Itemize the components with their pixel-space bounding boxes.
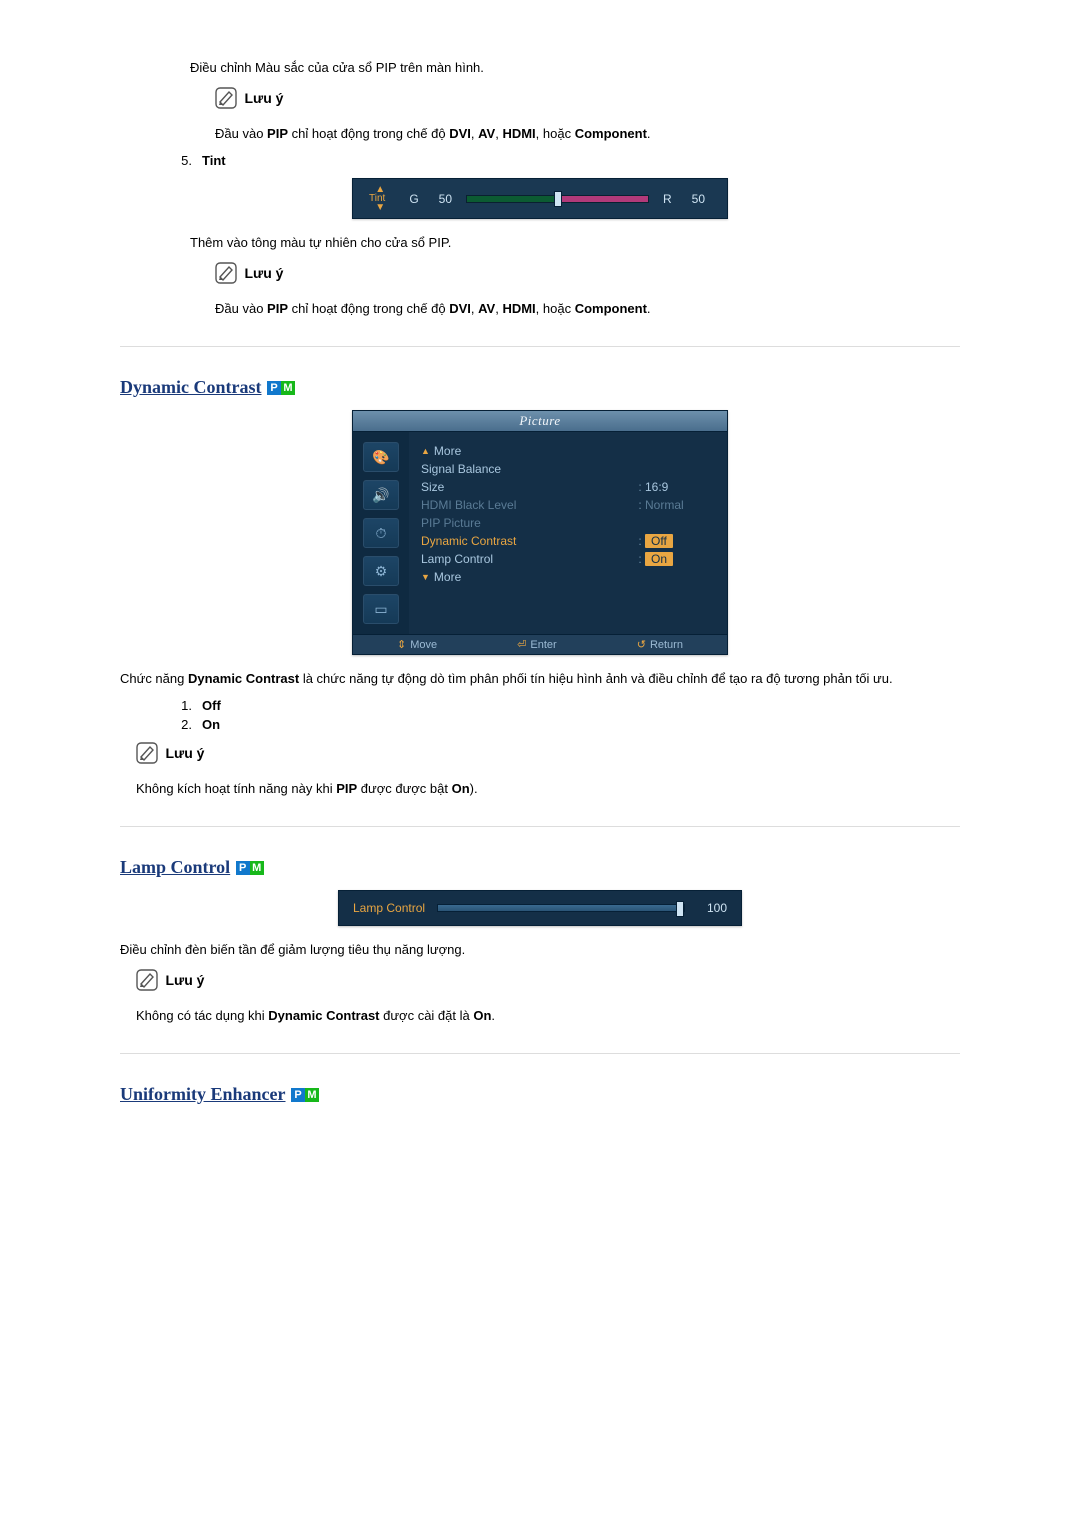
menu-row-dynamic-contrast: Dynamic Contrast:Off [421, 532, 715, 550]
menu-title: Picture [353, 411, 727, 432]
heading-lamp-control: Lamp Control [120, 857, 230, 878]
note-heading: Lưu ý [215, 262, 960, 289]
osd-lamp-control: Lamp Control 100 [338, 890, 742, 926]
heading-dynamic-contrast: Dynamic Contrast [120, 377, 262, 398]
tint-body: Thêm vào tông màu tự nhiên cho cửa sổ PI… [190, 235, 960, 250]
up-down-arrow-icon: ▲Tint▼ [369, 185, 391, 212]
note-icon [215, 262, 237, 289]
note-text: Không kích hoạt tính năng này khi PIP đư… [136, 781, 960, 796]
menu-row-size: Size:16:9 [421, 478, 715, 496]
dynamic-body: Chức năng Dynamic Contrast là chức năng … [120, 671, 960, 686]
list-item: 2.On [170, 717, 960, 732]
foot-return: ↺Return [637, 638, 683, 651]
menu-row-more-bottom: ▼More [421, 568, 715, 586]
note-icon [136, 969, 158, 996]
sound-icon: 🔊 [363, 480, 399, 510]
note-label: Lưu ý [166, 972, 205, 988]
lamp-body: Điều chỉnh đèn biến tần để giảm lượng ti… [120, 942, 960, 957]
section-divider [120, 346, 960, 347]
menu-row-pip-picture: PIP Picture [421, 514, 715, 532]
osd-tint: ▲Tint▼ G 50 R 50 [352, 178, 728, 219]
osd-picture-menu: Picture 🎨 🔊 ⏱ ⚙ ▭ ▲More Signal Balance S… [352, 410, 728, 655]
tint-r-label: R [663, 192, 672, 206]
pm-badge: PM [267, 380, 295, 396]
note-icon [136, 742, 158, 769]
menu-row-hdmi-black: HDMI Black Level:Normal [421, 496, 715, 514]
foot-move: ⇕Move [397, 638, 437, 651]
tint-slider [466, 195, 649, 203]
note-label: Lưu ý [166, 745, 205, 761]
foot-enter: ⏎Enter [517, 638, 557, 651]
dynamic-options: 1.Off 2.On [170, 698, 960, 732]
section-divider [120, 826, 960, 827]
menu-row-more-top: ▲More [421, 442, 715, 460]
note-heading: Lưu ý [136, 742, 960, 769]
heading-uniformity-enhancer: Uniformity Enhancer [120, 1084, 286, 1105]
menu-row-signal-balance: Signal Balance [421, 460, 715, 478]
pm-badge: PM [236, 860, 264, 876]
menu-footer: ⇕Move ⏎Enter ↺Return [353, 634, 727, 654]
tint-r-value: 50 [692, 192, 705, 206]
menu-row-lamp-control: Lamp Control:On [421, 550, 715, 568]
pip-color-body: Điều chỉnh Màu sắc của cửa sổ PIP trên m… [190, 60, 960, 75]
input-icon: ▭ [363, 594, 399, 624]
list-item: 5.Tint [170, 153, 960, 168]
pm-badge: PM [291, 1087, 319, 1103]
section-divider [120, 1053, 960, 1054]
menu-side-icons: 🎨 🔊 ⏱ ⚙ ▭ [353, 432, 409, 634]
note-label: Lưu ý [245, 265, 284, 281]
document-page: Điều chỉnh Màu sắc của cửa sổ PIP trên m… [120, 0, 960, 1305]
tint-g-label: G [409, 192, 418, 206]
picture-icon: 🎨 [363, 442, 399, 472]
list-tint: 5.Tint [170, 153, 960, 168]
note-heading: Lưu ý [215, 87, 960, 114]
note-text: Không có tác dụng khi Dynamic Contrast đ… [136, 1008, 960, 1023]
time-icon: ⏱ [363, 518, 399, 548]
setup-icon: ⚙ [363, 556, 399, 586]
note-text: Đầu vào PIP chỉ hoạt động trong chế độ D… [215, 126, 960, 141]
note-icon [215, 87, 237, 114]
tint-g-value: 50 [439, 192, 452, 206]
lamp-value: 100 [697, 901, 727, 915]
note-text: Đầu vào PIP chỉ hoạt động trong chế độ D… [215, 301, 960, 316]
lamp-label: Lamp Control [353, 901, 425, 915]
note-heading: Lưu ý [136, 969, 960, 996]
list-item: 1.Off [170, 698, 960, 713]
lamp-slider [437, 904, 685, 912]
note-label: Lưu ý [245, 90, 284, 106]
